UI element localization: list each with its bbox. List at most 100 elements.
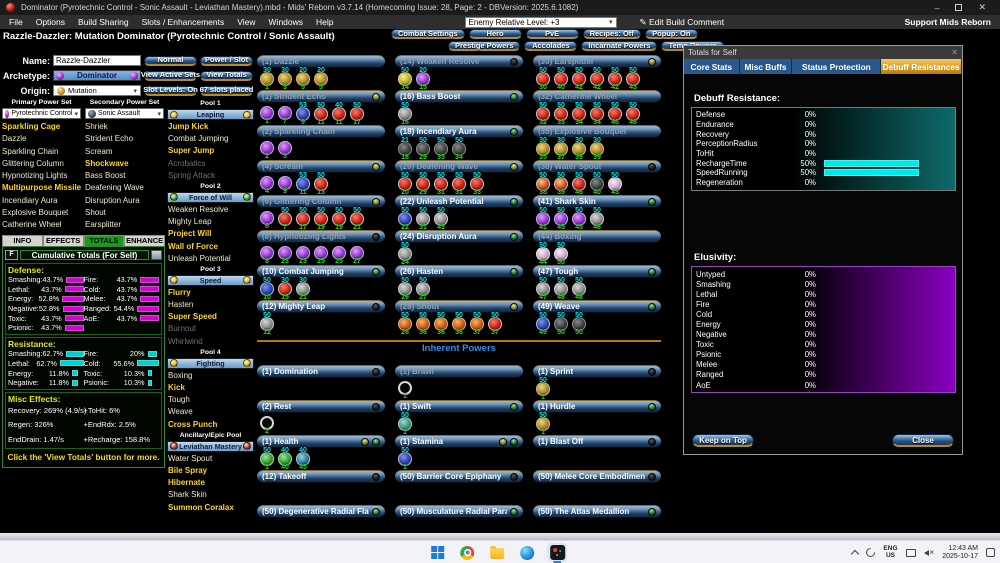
enhancement-slot[interactable]: 3039: [589, 138, 605, 160]
menu-windows[interactable]: Windows: [269, 17, 303, 27]
enhancement-slot[interactable]: 205: [313, 68, 329, 90]
enhancement-slot[interactable]: 501: [535, 413, 551, 435]
power-slot-button[interactable]: Power / Slot: [200, 56, 253, 66]
enhancement-slot[interactable]: 3021: [295, 278, 311, 300]
enhancement-slot[interactable]: 5037: [469, 313, 485, 335]
power-bar[interactable]: (16) Bass Boost: [395, 90, 523, 103]
view-active-sets-button[interactable]: View Active Sets: [144, 71, 197, 81]
pool-select[interactable]: Speed: [167, 275, 254, 286]
enhancement-slot[interactable]: 5024: [397, 243, 413, 265]
power-bar[interactable]: (50) The Atlas Medallion: [533, 505, 661, 518]
menu-file[interactable]: File: [9, 17, 23, 27]
pool-power[interactable]: Summon Coralax: [168, 502, 254, 514]
enhancement-slot[interactable]: 5044: [535, 243, 551, 265]
pool-power[interactable]: Burnout: [168, 323, 254, 335]
enhancement-slot[interactable]: 3015: [277, 278, 293, 300]
powerset-power[interactable]: Hypnotizing Lights: [2, 170, 81, 182]
pool-power[interactable]: Acrobatics: [168, 158, 254, 170]
power-bar[interactable]: (47) Tough: [533, 265, 661, 278]
power-bar[interactable]: (1) Stamina: [395, 435, 523, 448]
enhancement-slot[interactable]: 5030: [535, 68, 551, 90]
enhancement-slot[interactable]: 5049: [535, 313, 551, 335]
enhancement-slot[interactable]: 25: [313, 243, 329, 265]
enhancement-slot[interactable]: 501: [397, 448, 413, 470]
power-bar[interactable]: (12) Mighty Leap: [257, 300, 385, 313]
enhancement-slot[interactable]: 5011: [313, 103, 329, 125]
powerset-power[interactable]: Catherine Wheel: [2, 219, 81, 231]
pool-power[interactable]: Bile Spray: [168, 465, 254, 477]
totals-tab-status-protection[interactable]: Status Protection: [792, 59, 881, 74]
powerset-power[interactable]: Deafening Wave: [85, 182, 164, 194]
enhancement-slot[interactable]: 5017: [295, 208, 311, 230]
enhancement-slot[interactable]: 5036: [433, 313, 449, 335]
enhancement-slot[interactable]: 5029: [415, 173, 431, 195]
enhancement-slot[interactable]: 5033: [469, 173, 485, 195]
power-bar[interactable]: (2) Sparkling Chain: [257, 125, 385, 138]
enhancement-slot[interactable]: 5026: [397, 278, 413, 300]
incarnate-powers-button[interactable]: Incarnate Powers: [581, 41, 657, 51]
save-icon[interactable]: [151, 250, 162, 260]
edge-taskbar-icon[interactable]: [517, 543, 537, 562]
keep-on-top-button[interactable]: Keep on Top: [692, 434, 754, 447]
enhancement-slot[interactable]: 5048: [571, 278, 587, 300]
power-bar[interactable]: (49) Weave: [533, 300, 661, 313]
enhancement-slot[interactable]: 8: [259, 243, 275, 265]
name-input[interactable]: [53, 55, 141, 66]
pool-power[interactable]: Project Will: [168, 228, 254, 240]
pool-select[interactable]: Force of Will: [167, 192, 254, 203]
powerset-power[interactable]: Dazzle: [2, 133, 81, 145]
enhancement-slot[interactable]: 5017: [349, 103, 365, 125]
power-bar[interactable]: (24) Disruption Aura: [395, 230, 523, 243]
enhancement-slot[interactable]: 5034: [451, 138, 467, 160]
tab-info[interactable]: INFO: [2, 235, 43, 246]
pool-select[interactable]: Fighting: [167, 358, 254, 369]
menu-help[interactable]: Help: [316, 17, 333, 27]
tab-effects[interactable]: EFFECTS: [43, 235, 84, 246]
enhancement-slot[interactable]: 5039: [553, 173, 569, 195]
totals-tab-debuff-resistances[interactable]: Debuff Resistances: [881, 59, 962, 74]
pool-select[interactable]: Leviathan Mastery: [167, 441, 254, 452]
tab-totals[interactable]: TOTALS: [84, 235, 125, 246]
enhancement-slot[interactable]: 3039: [571, 138, 587, 160]
enhancement-slot[interactable]: 5042: [571, 68, 587, 90]
pool-power[interactable]: Super Speed: [168, 311, 254, 323]
enhancement-slot[interactable]: 5047: [535, 278, 551, 300]
pool-power[interactable]: Weave: [168, 406, 254, 418]
pool-power[interactable]: Weaken Resolve: [168, 204, 254, 216]
enhancement-slot[interactable]: 5050: [553, 313, 569, 335]
enhancement-slot[interactable]: 5014: [397, 68, 413, 90]
enhancement-slot[interactable]: 5031: [415, 208, 431, 230]
enhancement-slot[interactable]: 501: [259, 448, 275, 470]
pool-power[interactable]: Spring Attack: [168, 170, 254, 182]
enhancement-slot[interactable]: 23: [295, 243, 311, 265]
enhancement-slot[interactable]: 5041: [535, 208, 551, 230]
enhancement-slot[interactable]: 5042: [607, 68, 623, 90]
power-bar[interactable]: (1) Brawl: [395, 365, 523, 378]
enhancement-slot[interactable]: 5010: [259, 278, 275, 300]
enhancement-slot[interactable]: 3035: [535, 138, 551, 160]
mids-reborn-taskbar-icon[interactable]: [547, 543, 567, 562]
enhancement-slot[interactable]: 5036: [451, 313, 467, 335]
enhancement-slot[interactable]: 301: [259, 68, 275, 90]
enhancement-slot[interactable]: 5031: [433, 173, 449, 195]
file-explorer-taskbar-icon[interactable]: [487, 543, 507, 562]
pool-power[interactable]: Kick: [168, 382, 254, 394]
power-bar[interactable]: (8) Hypnotizing Lights: [257, 230, 385, 243]
enhancement-slot[interactable]: 9: [277, 173, 293, 195]
power-bar[interactable]: (50) Musculature Radial Paragon: [395, 505, 523, 518]
powerset-power[interactable]: Explosive Bouquet: [2, 207, 81, 219]
enhancement-slot[interactable]: 5040: [589, 173, 605, 195]
pool-power[interactable]: Unleash Potential: [168, 253, 254, 265]
primary-set-select[interactable]: Pyrotechnic Control ▾: [2, 108, 81, 119]
enhancement-slot[interactable]: 4045: [295, 448, 311, 470]
start-button[interactable]: [427, 543, 447, 562]
enhancement-slot[interactable]: 5020: [397, 173, 413, 195]
secondary-set-select[interactable]: Sonic Assault ▾: [85, 108, 164, 119]
powerset-power[interactable]: Shockwave: [85, 158, 164, 170]
enhancement-slot[interactable]: 5013: [313, 173, 329, 195]
enhancement-slot[interactable]: 5048: [553, 278, 569, 300]
enhancement-slot[interactable]: 5028: [397, 313, 413, 335]
enhancement-slot[interactable]: 5038: [535, 173, 551, 195]
accolades-button[interactable]: Accolades: [524, 41, 577, 51]
enhancement-slot[interactable]: 6: [259, 208, 275, 230]
